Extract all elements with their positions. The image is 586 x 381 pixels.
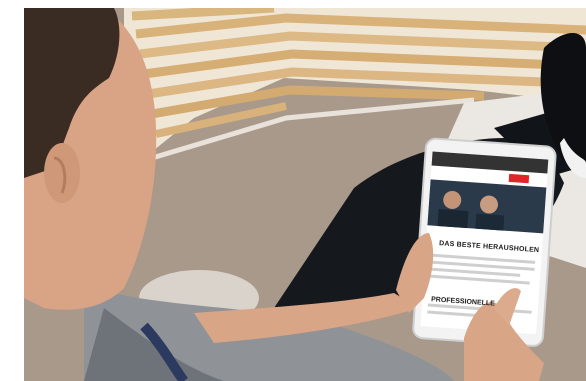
tablet-red-badge bbox=[508, 173, 530, 184]
photo-person-reading-tablet: DAS BESTE HERAUSHOLEN PROFESSIONELLE bbox=[24, 8, 586, 381]
photo-scene bbox=[24, 8, 586, 381]
